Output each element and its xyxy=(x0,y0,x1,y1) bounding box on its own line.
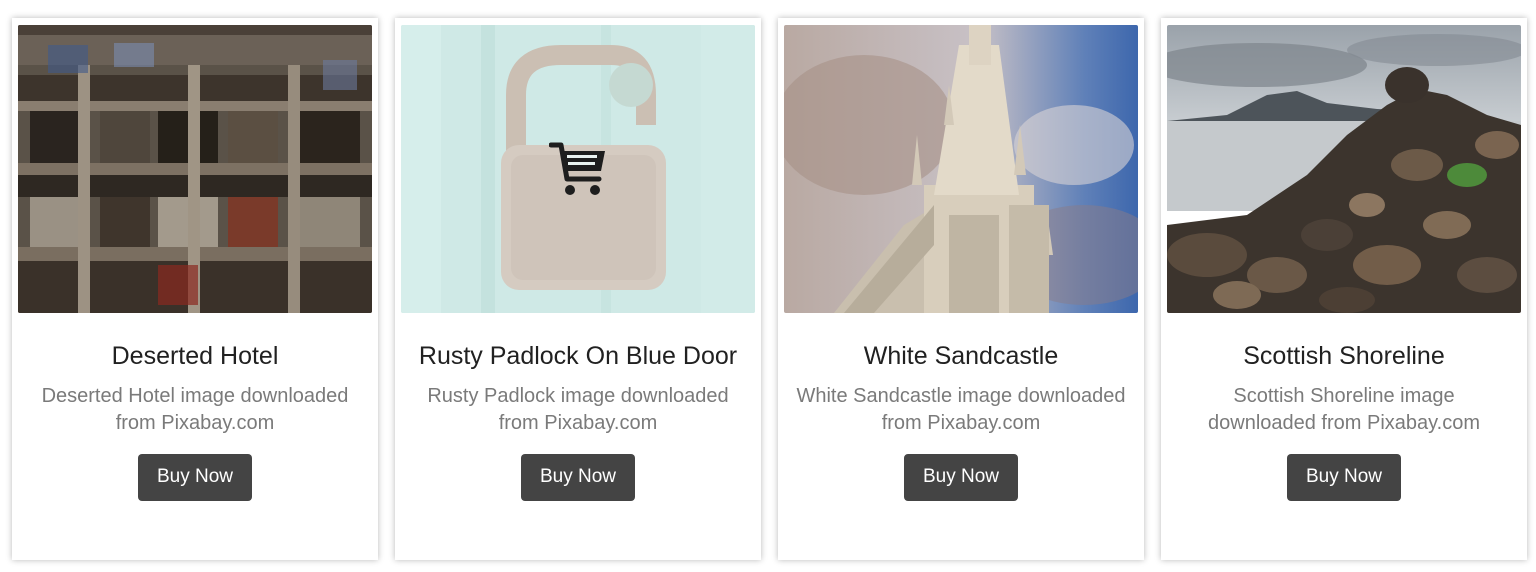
product-card-deserted-hotel: Deserted Hotel Deserted Hotel image down… xyxy=(12,18,378,560)
product-description: Deserted Hotel image downloaded from Pix… xyxy=(41,385,349,434)
product-title: Scottish Shoreline xyxy=(1243,342,1445,370)
product-description: White Sandcastle image downloaded from P… xyxy=(796,385,1126,434)
product-grid: Deserted Hotel Deserted Hotel image down… xyxy=(0,0,1536,572)
scottish-shoreline-photo xyxy=(1167,25,1521,313)
product-card-rusty-padlock: Rusty Padlock On Blue Door Rusty Padlock… xyxy=(395,18,761,560)
product-title: Rusty Padlock On Blue Door xyxy=(418,342,738,370)
product-title: Deserted Hotel xyxy=(111,342,279,370)
product-image-white-sandcastle[interactable] xyxy=(784,25,1138,313)
product-image-scottish-shoreline[interactable] xyxy=(1167,25,1521,313)
buy-now-button[interactable]: Buy Now xyxy=(137,454,253,501)
product-image-rusty-padlock[interactable] xyxy=(401,25,755,313)
product-description: Rusty Padlock image downloaded from Pixa… xyxy=(427,385,729,434)
deserted-hotel-photo xyxy=(18,25,372,313)
product-card-scottish-shoreline: Scottish Shoreline Scottish Shoreline im… xyxy=(1161,18,1527,560)
buy-now-button[interactable]: Buy Now xyxy=(903,454,1019,501)
product-description: Scottish Shoreline image downloaded from… xyxy=(1208,385,1480,434)
shopping-cart-icon[interactable] xyxy=(549,141,609,197)
product-card-white-sandcastle: White Sandcastle White Sandcastle image … xyxy=(778,18,1144,560)
white-sandcastle-photo xyxy=(784,25,1138,313)
buy-now-button[interactable]: Buy Now xyxy=(1286,454,1402,501)
product-image-deserted-hotel[interactable] xyxy=(18,25,372,313)
buy-now-button[interactable]: Buy Now xyxy=(520,454,636,501)
product-title: White Sandcastle xyxy=(863,342,1059,370)
